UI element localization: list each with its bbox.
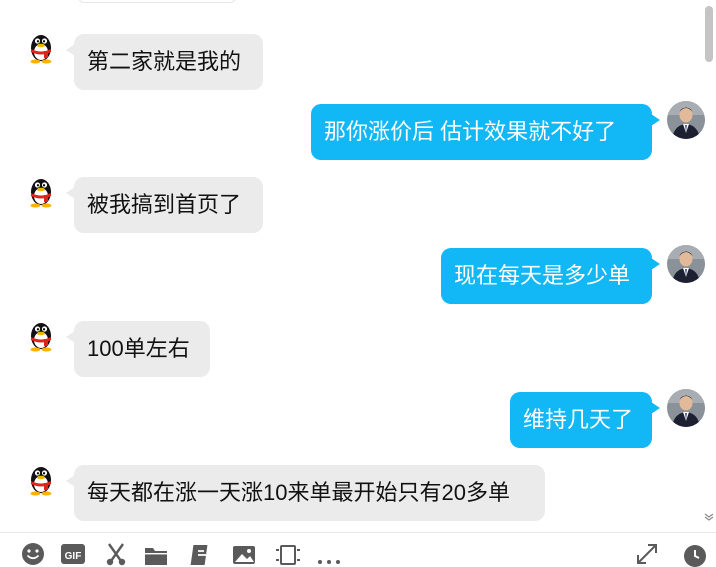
- message-bubble[interactable]: 100单左右: [66, 321, 210, 377]
- chat-toolbar: GIF: [0, 533, 716, 567]
- message-bubble[interactable]: 现在每天是多少单: [441, 248, 660, 304]
- gif-label: GIF: [65, 551, 82, 562]
- screen-record-icon[interactable]: [274, 541, 302, 567]
- qq-penguin-avatar[interactable]: [22, 28, 60, 66]
- chat-scrollbar[interactable]: [700, 0, 716, 527]
- message-bubble[interactable]: 维持几天了: [510, 392, 660, 448]
- image-icon[interactable]: [231, 541, 259, 567]
- qq-penguin-avatar[interactable]: [22, 460, 60, 498]
- tencent-doc-icon[interactable]: [188, 541, 216, 567]
- more-icon[interactable]: [315, 541, 343, 567]
- scrollbar-thumb[interactable]: [705, 6, 713, 62]
- message-bubble[interactable]: 那你涨价后 估计效果就不好了: [311, 104, 660, 160]
- scroll-to-bottom-icon[interactable]: [704, 512, 714, 524]
- expand-icon[interactable]: [634, 541, 662, 567]
- qq-penguin-avatar[interactable]: [22, 316, 60, 354]
- history-clock-icon[interactable]: [682, 541, 710, 567]
- gif-icon[interactable]: GIF: [60, 541, 88, 567]
- message-bubble[interactable]: 第二家就是我的: [66, 34, 263, 90]
- emoji-icon[interactable]: [20, 541, 48, 567]
- folder-icon[interactable]: [143, 541, 171, 567]
- message-bubble[interactable]: 被我搞到首页了: [66, 177, 263, 233]
- chat-message-area[interactable]: 第二家就是我的 那你涨价后 估计效果就不好了 被我搞到首页了 现在每天是多少单 …: [0, 0, 705, 527]
- qq-penguin-avatar[interactable]: [22, 172, 60, 210]
- scissors-icon[interactable]: [103, 541, 131, 567]
- message-bubble[interactable]: 每天都在涨一天涨10来单最开始只有20多单: [66, 465, 545, 521]
